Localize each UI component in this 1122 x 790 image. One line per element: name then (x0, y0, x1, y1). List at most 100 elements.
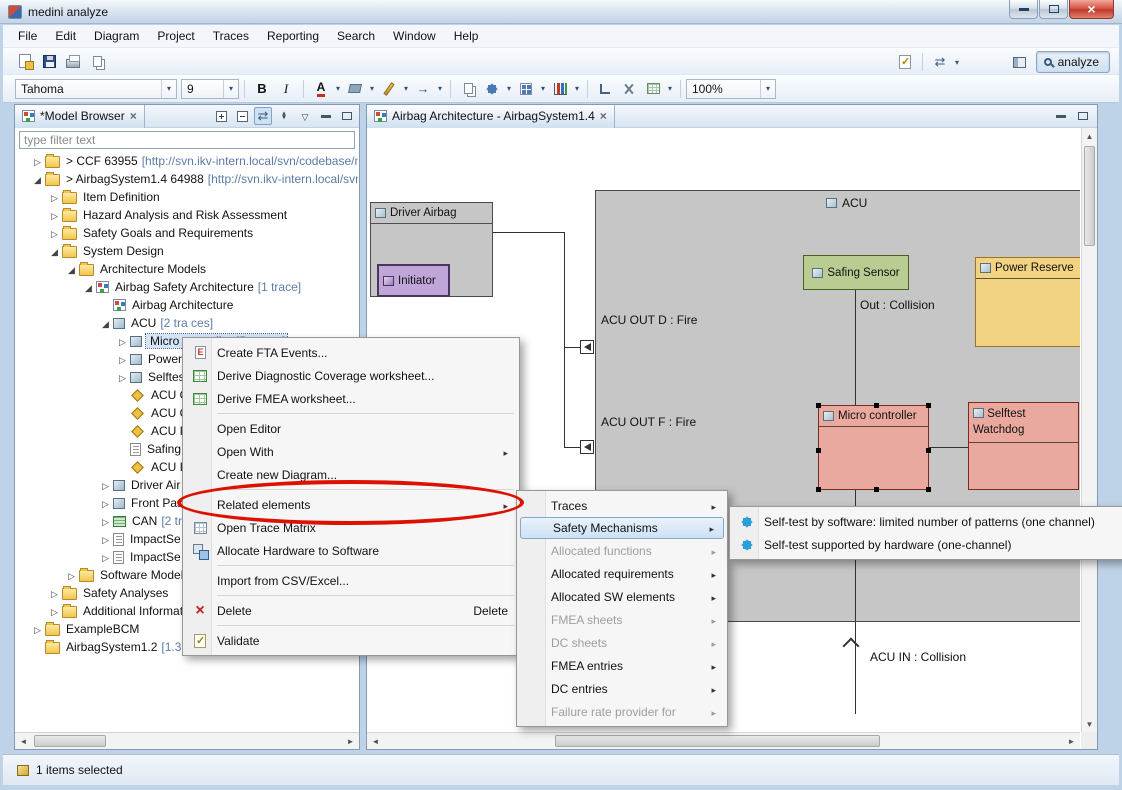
expand-arrow-icon[interactable] (99, 532, 112, 546)
scroll-down-icon[interactable]: ▼ (1082, 716, 1097, 732)
close-icon[interactable] (600, 109, 607, 123)
font-name-combo[interactable]: Tahoma (15, 79, 177, 99)
chart-dropdown[interactable] (572, 78, 582, 100)
save-all-button[interactable] (85, 50, 109, 72)
menu-item-delete[interactable]: DeleteDelete (185, 599, 517, 622)
tree-item-acu[interactable]: ACU[2 tra ces] (15, 314, 358, 332)
selection-handle[interactable] (926, 487, 931, 492)
expand-all-button[interactable] (212, 107, 230, 125)
table-button[interactable] (641, 78, 665, 100)
split-button[interactable] (617, 78, 641, 100)
menu-item-open-editor[interactable]: Open Editor (185, 417, 517, 440)
menu-traces[interactable]: Traces (204, 26, 258, 46)
align-dropdown[interactable] (538, 78, 548, 100)
menu-item-create-new-diagram[interactable]: Create new Diagram... (185, 463, 517, 486)
scroll-left-icon[interactable]: ◄ (367, 733, 384, 749)
view-menu-button[interactable] (296, 107, 314, 125)
selection-handle[interactable] (926, 448, 931, 453)
menu-search[interactable]: Search (328, 26, 384, 46)
tree-item-item-definition[interactable]: Item Definition (15, 188, 358, 206)
font-color-dropdown[interactable] (333, 78, 343, 100)
font-color-button[interactable]: A (309, 78, 333, 100)
submenu-item-safety-mechanisms[interactable]: Safety Mechanisms (520, 517, 724, 539)
selection-handle[interactable] (874, 403, 879, 408)
tree-item-architecture-models[interactable]: Architecture Models (15, 260, 358, 278)
menu-item-create-fta-events[interactable]: Create FTA Events... (185, 341, 517, 364)
font-name-dropdown-icon[interactable] (161, 80, 176, 98)
expand-arrow-icon[interactable] (31, 154, 44, 168)
expand-arrow-icon[interactable] (116, 370, 129, 384)
expand-arrow-icon[interactable] (48, 226, 61, 240)
italic-button[interactable]: I (274, 78, 298, 100)
font-size-dropdown-icon[interactable] (223, 80, 238, 98)
tree-item-ccf[interactable]: > CCF 63955[http://svn.ikv-intern.local/… (15, 152, 358, 170)
submenu-item-fmea-entries[interactable]: FMEA entries (519, 654, 725, 677)
connection-line[interactable] (564, 447, 581, 448)
submenu-item-traces[interactable]: Traces (519, 494, 725, 517)
close-button[interactable] (1069, 0, 1114, 19)
connection-line[interactable] (929, 447, 968, 448)
connection-line[interactable] (564, 347, 581, 348)
expand-arrow-icon[interactable] (116, 352, 129, 366)
sort-button[interactable] (275, 107, 293, 125)
tree-item-system-design[interactable]: System Design (15, 242, 358, 260)
power-reserve-block[interactable]: Power Reserve (975, 257, 1080, 347)
tab-airbag-architecture[interactable]: Airbag Architecture - AirbagSystem1.4 (367, 105, 615, 128)
expand-arrow-icon[interactable] (99, 550, 112, 564)
trace-tool-button[interactable] (928, 51, 952, 73)
port-icon[interactable] (580, 440, 594, 454)
expand-arrow-icon[interactable] (99, 478, 112, 492)
clone-button[interactable] (456, 78, 480, 100)
close-icon[interactable] (130, 109, 137, 123)
tree-item-airbagsystem14[interactable]: > AirbagSystem1.4 64988[http://svn.ikv-i… (15, 170, 358, 188)
align-button[interactable] (514, 78, 538, 100)
view-maximize-button[interactable] (338, 107, 356, 125)
scrollbar-thumb[interactable] (34, 735, 106, 747)
editor-maximize-button[interactable] (1074, 107, 1092, 125)
menu-item-import-csv-excel[interactable]: Import from CSV/Excel... (185, 569, 517, 592)
expand-arrow-icon[interactable] (99, 514, 112, 528)
chart-button[interactable] (548, 78, 572, 100)
open-perspective-button[interactable] (1008, 51, 1032, 73)
validate-toolbar-button[interactable] (893, 51, 917, 73)
tree-item-airbag-safety-architecture[interactable]: Airbag Safety Architecture[1 trace] (15, 278, 358, 296)
trace-tool-dropdown[interactable] (952, 51, 962, 73)
editor-minimize-button[interactable] (1052, 107, 1070, 125)
menu-item-derive-dc-worksheet[interactable]: Derive Diagnostic Coverage worksheet... (185, 364, 517, 387)
initiator-block[interactable]: Initiator (377, 264, 450, 297)
connection-line[interactable] (564, 232, 565, 448)
scroll-left-icon[interactable]: ◄ (15, 733, 32, 749)
save-button[interactable] (37, 50, 61, 72)
menu-help[interactable]: Help (445, 26, 488, 46)
collapse-all-button[interactable] (233, 107, 251, 125)
collapse-arrow-icon[interactable] (99, 316, 112, 330)
collapse-arrow-icon[interactable] (82, 280, 95, 294)
zoom-combo[interactable]: 100% (686, 79, 776, 99)
font-size-combo[interactable]: 9 (181, 79, 239, 99)
selection-handle[interactable] (816, 448, 821, 453)
maximize-button[interactable] (1039, 0, 1068, 19)
tree-item-hara[interactable]: Hazard Analysis and Risk Assessment (15, 206, 358, 224)
selection-handle[interactable] (816, 403, 821, 408)
scroll-right-icon[interactable]: ► (1063, 733, 1080, 749)
bold-button[interactable]: B (250, 78, 274, 100)
collapse-arrow-icon[interactable] (48, 244, 61, 258)
print-button[interactable] (61, 50, 85, 72)
expand-arrow-icon[interactable] (48, 208, 61, 222)
fill-color-button[interactable] (343, 78, 367, 100)
scroll-up-icon[interactable]: ▲ (1082, 128, 1097, 144)
safing-sensor-block[interactable]: Safing Sensor (803, 255, 909, 290)
scrollbar-thumb[interactable] (555, 735, 880, 747)
line-color-button[interactable] (377, 78, 401, 100)
expand-arrow-icon[interactable] (65, 568, 78, 582)
menu-item-related-elements[interactable]: Related elements (185, 493, 517, 516)
new-file-button[interactable] (13, 50, 37, 72)
fill-color-dropdown[interactable] (367, 78, 377, 100)
submenu-item-selftest-hardware[interactable]: Self-test supported by hardware (one-cha… (732, 533, 1122, 556)
tree-item-safety-goals[interactable]: Safety Goals and Requirements (15, 224, 358, 242)
connection-line[interactable] (855, 290, 856, 405)
menu-reporting[interactable]: Reporting (258, 26, 328, 46)
submenu-item-dc-entries[interactable]: DC entries (519, 677, 725, 700)
collapse-arrow-icon[interactable] (31, 172, 44, 186)
selftest-watchdog-block[interactable]: Selftest Watchdog (968, 402, 1079, 490)
